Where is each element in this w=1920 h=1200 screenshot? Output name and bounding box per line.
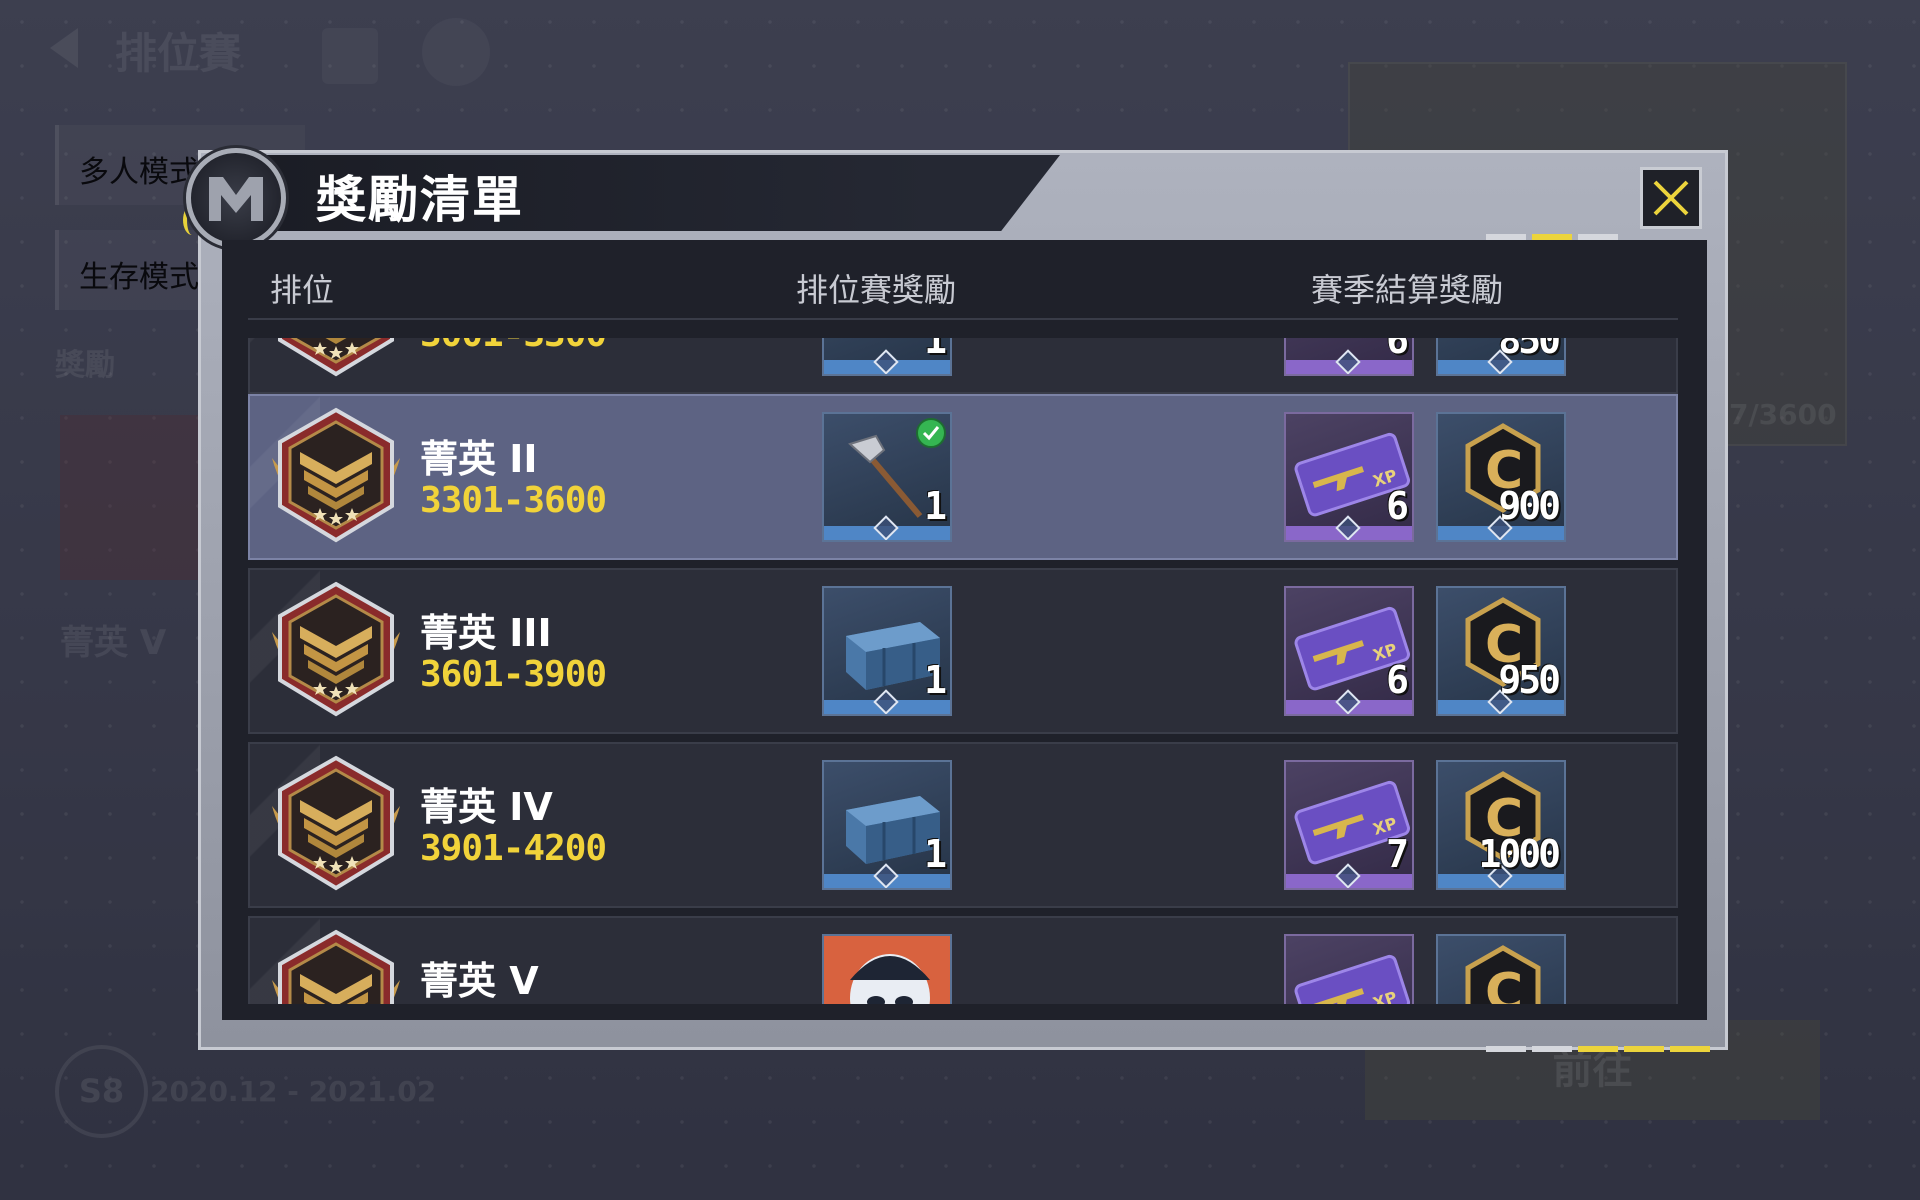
reward-quantity: 1000 [1478, 832, 1560, 876]
rank-name: 菁英 IV [420, 785, 553, 829]
rank-name: 菁英 II [420, 437, 538, 481]
page-indicator-top [1486, 225, 1624, 240]
list-item-selected[interactable]: 菁英 II 3301-3600 1 6 900 [248, 394, 1678, 560]
reward-quantity: 7 [1386, 832, 1409, 876]
column-header-season-reward: 賽季結算獎勵 [1311, 271, 1504, 309]
codm-logo-icon [186, 148, 286, 248]
rank-reward-tile[interactable]: 1 [822, 760, 952, 890]
rank-range: 3301-3600 [420, 480, 607, 521]
cod-points-tile[interactable]: 850 [1436, 338, 1566, 376]
modal-title: 獎勵清單 [316, 171, 524, 229]
rank-name: 菁英 V [420, 959, 539, 1003]
rank-range: 3001-3300 [420, 338, 607, 355]
cod-points-tile[interactable] [1436, 934, 1566, 1004]
reward-quantity: 1 [924, 832, 947, 876]
header-divider [248, 318, 1678, 320]
page-indicator-bottom [1486, 1037, 1716, 1052]
rank-range: 3901-4200 [420, 828, 607, 869]
xp-ticket-tile[interactable]: 6 [1284, 412, 1414, 542]
soldier-portrait-icon [824, 936, 950, 1004]
reward-quantity: 900 [1498, 484, 1561, 528]
close-icon [1653, 180, 1689, 216]
column-header-ranked-reward: 排位賽獎勵 [796, 271, 957, 309]
xp-ticket-tile[interactable]: 6 [1284, 586, 1414, 716]
rank-range: 3601-3900 [420, 654, 607, 695]
column-header-rank: 排位 [270, 271, 335, 309]
reward-quantity: 1 [924, 658, 947, 702]
cod-points-tile[interactable]: 1000 [1436, 760, 1566, 890]
claimed-check-icon [916, 418, 946, 448]
reward-quantity: 1 [924, 484, 947, 528]
list-item[interactable]: 3001-3300 1 6 850 [248, 338, 1678, 394]
list-item[interactable]: 菁英 IV 3901-4200 1 7 1000 [248, 742, 1678, 908]
rank-reward-tile[interactable]: 1 [822, 412, 952, 542]
cod-points-icon [1438, 936, 1566, 1004]
list-item[interactable]: 菁英 V [248, 916, 1678, 1004]
elite-rank-badge-icon [264, 580, 408, 724]
cod-points-tile[interactable]: 950 [1436, 586, 1566, 716]
rank-reward-tile[interactable]: 1 [822, 586, 952, 716]
rank-reward-tile[interactable] [822, 934, 952, 1004]
elite-rank-badge-icon [264, 406, 408, 550]
reward-quantity: 6 [1386, 484, 1409, 528]
xp-ticket-icon [1286, 936, 1414, 1004]
cod-points-tile[interactable]: 900 [1436, 412, 1566, 542]
elite-rank-badge-icon [264, 928, 408, 1004]
reward-quantity: 950 [1498, 658, 1561, 702]
list-item[interactable]: 菁英 III 3601-3900 1 6 950 [248, 568, 1678, 734]
close-button[interactable] [1640, 167, 1702, 229]
elite-rank-badge-icon [264, 338, 408, 384]
xp-ticket-tile[interactable]: 7 [1284, 760, 1414, 890]
rank-name: 菁英 III [420, 611, 552, 655]
reward-list[interactable]: 3001-3300 1 6 850 菁英 II 3301-3600 1 6 [248, 338, 1678, 1004]
rank-reward-tile[interactable]: 1 [822, 338, 952, 376]
xp-ticket-tile[interactable]: 6 [1284, 338, 1414, 376]
elite-rank-badge-icon [264, 754, 408, 898]
reward-quantity: 6 [1386, 658, 1409, 702]
xp-ticket-tile[interactable] [1284, 934, 1414, 1004]
